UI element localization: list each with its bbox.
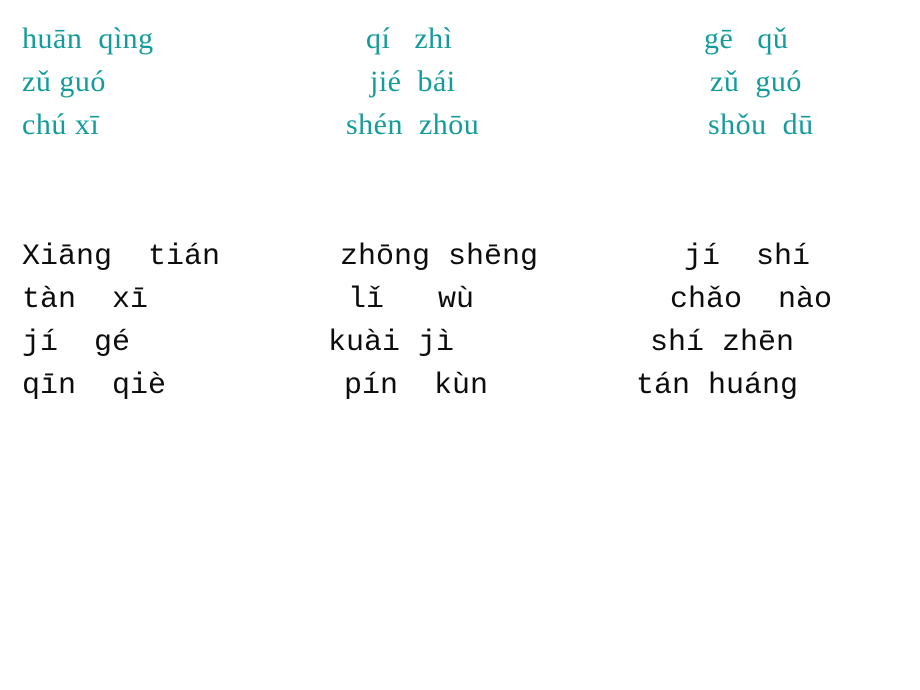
black-pinyin-word: tàn xī <box>22 283 149 317</box>
black-pinyin-word: chǎo nào <box>670 283 833 317</box>
black-pinyin-row: tàn xī lǐ wù chǎo nào <box>0 281 920 324</box>
black-pinyin-word: tán huáng <box>636 369 799 403</box>
empty-slide-area <box>0 420 920 690</box>
teal-pinyin-word: zǔ guó <box>710 65 802 98</box>
black-pinyin-row: jí gé kuài jì shí zhēn <box>0 324 920 367</box>
black-pinyin-word: zhōng shēng <box>340 240 539 274</box>
teal-pinyin-word: chú xī <box>22 108 100 141</box>
teal-pinyin-row: chú xī shén zhōu shǒu dū <box>0 106 920 149</box>
teal-pinyin-row: huān qìng qí zhì gē qǔ <box>0 20 920 63</box>
teal-pinyin-row: zǔ guó jié bái zǔ guó <box>0 63 920 106</box>
black-pinyin-word: qīn qiè <box>22 369 167 403</box>
teal-pinyin-word: gē qǔ <box>704 22 789 55</box>
black-pinyin-group: Xiāng tián zhōng shēng jí shí tàn xī lǐ … <box>0 238 920 418</box>
slide-canvas: huān qìng qí zhì gē qǔ zǔ guó jié bái zǔ… <box>0 0 920 690</box>
teal-pinyin-word: shén zhōu <box>346 108 480 141</box>
black-pinyin-word: pín kùn <box>344 369 489 403</box>
teal-pinyin-word: huān qìng <box>22 22 154 55</box>
teal-pinyin-word: qí zhì <box>366 22 453 55</box>
black-pinyin-row: Xiāng tián zhōng shēng jí shí <box>0 238 920 281</box>
teal-pinyin-word: shǒu dū <box>708 108 814 141</box>
black-pinyin-word: lǐ wù <box>348 283 475 317</box>
teal-pinyin-word: jié bái <box>370 65 456 98</box>
teal-pinyin-word: zǔ guó <box>22 65 106 98</box>
black-pinyin-word: Xiāng tián <box>22 240 221 274</box>
black-pinyin-word: jí gé <box>22 326 131 360</box>
black-pinyin-row: qīn qiè pín kùn tán huáng <box>0 367 920 410</box>
teal-pinyin-group: huān qìng qí zhì gē qǔ zǔ guó jié bái zǔ… <box>0 20 920 160</box>
black-pinyin-word: kuài jì <box>328 326 455 360</box>
black-pinyin-word: shí zhēn <box>650 326 795 360</box>
black-pinyin-word: jí shí <box>684 240 811 274</box>
